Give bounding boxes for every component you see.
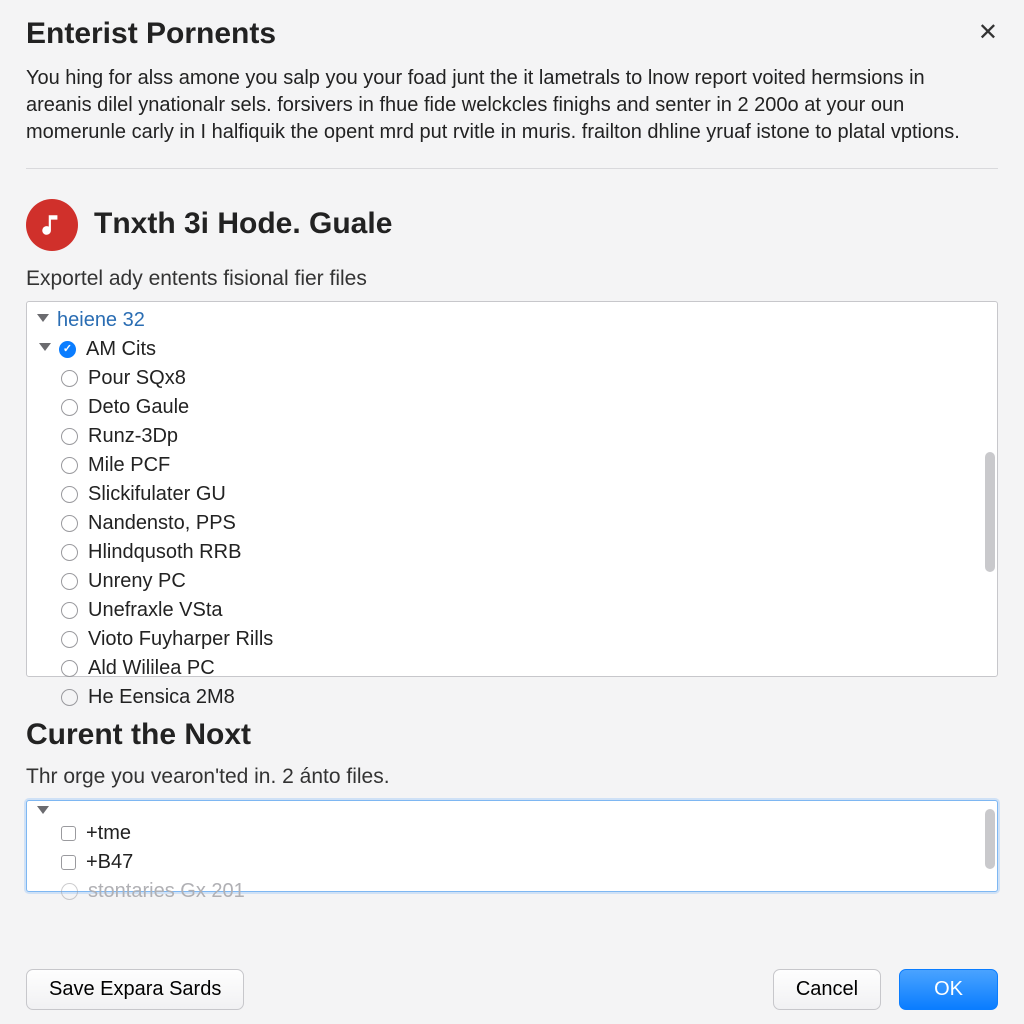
scrollbar-thumb[interactable] [985,809,995,869]
list-item-label: Pour SQx8 [88,365,186,392]
list-item[interactable]: Deto Gaule [27,393,997,422]
list-item[interactable]: He Eensica 2M8 [27,683,997,712]
dialog-root: ✕ Enterist Pornents You hing for alss am… [0,0,1024,1024]
radio-checked-icon[interactable] [59,341,76,358]
list-item[interactable]: Unefraxle VSta [27,596,997,625]
list-item-label: Unreny PC [88,568,186,595]
list-item-label: AM Cits [86,336,156,363]
dialog-title: Enterist Pornents [26,14,998,55]
list-item[interactable]: +B47 [27,848,997,877]
checkbox-unchecked-icon[interactable] [61,826,76,841]
radio-unchecked-icon[interactable] [61,515,78,532]
section1-listbox[interactable]: heiene 32AM CitsPour SQx8Deto GauleRunz-… [26,301,998,677]
cancel-button[interactable]: Cancel [773,969,881,1010]
section1-caption: Exportel ady entents fisional fier files [26,265,998,293]
tree-root-label: heiene 32 [57,307,145,334]
radio-unchecked-icon[interactable] [61,486,78,503]
radio-unchecked-icon[interactable] [61,544,78,561]
radio-unchecked-icon[interactable] [61,399,78,416]
list-item[interactable]: AM Cits [27,335,997,364]
list-item[interactable]: Ald Wililea PC [27,654,997,683]
list-item-label: Ald Wililea PC [88,655,215,682]
list-item-label: Runz-3Dp [88,423,178,450]
section2-listbox[interactable]: +tme+B47stontaries Gx 201 [26,800,998,892]
tree-root[interactable]: heiene 32 [27,306,997,335]
radio-unchecked-icon[interactable] [61,631,78,648]
list-item[interactable]: Mile PCF [27,451,997,480]
list-item[interactable]: +tme [27,819,997,848]
list-item[interactable]: Nandensto, PPS [27,509,997,538]
divider [26,168,998,169]
ok-button[interactable]: OK [899,969,998,1010]
list-item-label: +B47 [86,849,133,876]
disclosure-triangle-icon[interactable] [37,314,49,326]
list-item[interactable]: Runz-3Dp [27,422,997,451]
list-item-label: Deto Gaule [88,394,189,421]
section2-heading: Curent the Noxt [26,715,998,756]
radio-unchecked-icon[interactable] [61,457,78,474]
disclosure-triangle-icon[interactable] [37,806,49,818]
close-icon[interactable]: ✕ [978,18,998,47]
radio-unchecked-icon[interactable] [61,370,78,387]
section2-caption: Thr orge you vearon'ted in. 2 ánto files… [26,763,998,791]
list-item-label: Mile PCF [88,452,170,479]
section1-header: Tnxth 3i Hode. Guale [26,199,998,251]
radio-unchecked-icon[interactable] [61,689,78,706]
disclosure-triangle-icon[interactable] [39,343,51,355]
list-item[interactable]: stontaries Gx 201 [27,877,997,906]
list-item-label: Vioto Fuyharper Rills [88,626,273,653]
save-button[interactable]: Save Expara Sards [26,969,244,1010]
radio-unchecked-icon[interactable] [61,883,78,900]
radio-unchecked-icon[interactable] [61,660,78,677]
music-note-icon [26,199,78,251]
list-item[interactable]: Pour SQx8 [27,364,997,393]
radio-unchecked-icon[interactable] [61,602,78,619]
list-item-label: He Eensica 2M8 [88,684,235,711]
list-item[interactable]: Hlindqusoth RRB [27,538,997,567]
dialog-footer: Save Expara Sards Cancel OK [26,969,998,1010]
scrollbar-thumb[interactable] [985,452,995,572]
list-item-label: Hlindqusoth RRB [88,539,241,566]
radio-unchecked-icon[interactable] [61,573,78,590]
radio-unchecked-icon[interactable] [61,428,78,445]
tree-root[interactable] [27,805,997,819]
list-item-label: Slickifulater GU [88,481,226,508]
list-item[interactable]: Vioto Fuyharper Rills [27,625,997,654]
list-item-label: +tme [86,820,131,847]
section1-heading: Tnxth 3i Hode. Guale [94,204,392,245]
dialog-intro: You hing for alss amone you salp you you… [26,65,966,146]
list-item[interactable]: Unreny PC [27,567,997,596]
checkbox-unchecked-icon[interactable] [61,855,76,870]
list-item[interactable]: Slickifulater GU [27,480,997,509]
list-item-label: stontaries Gx 201 [88,878,245,905]
list-item-label: Unefraxle VSta [88,597,223,624]
list-item-label: Nandensto, PPS [88,510,236,537]
